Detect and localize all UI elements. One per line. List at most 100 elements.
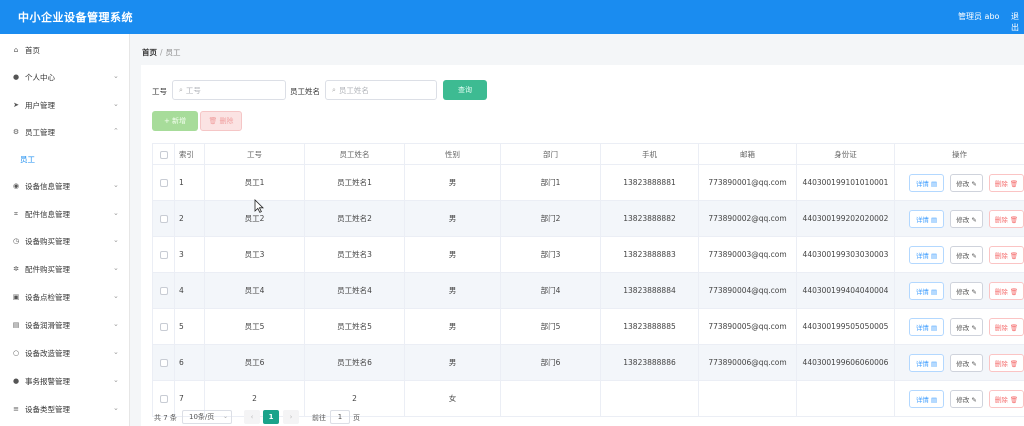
detail-button[interactable]: 详情 ▤ xyxy=(909,389,944,408)
row-select-cell[interactable] xyxy=(152,272,175,309)
row-select-cell[interactable] xyxy=(152,380,175,417)
prev-page-button[interactable]: ‹ xyxy=(244,410,260,424)
row-index-cell: 2 xyxy=(174,200,205,237)
delete-button[interactable]: 删除 🗑 xyxy=(989,281,1024,300)
table-row[interactable]: 3 员工3 员工姓名3 男部门3 13823888883 773890003@qq.com… xyxy=(152,236,1024,273)
logout-link[interactable]: 退出 xyxy=(1011,11,1024,33)
header-actions: 操作 xyxy=(894,143,1024,165)
row-select-cell[interactable] xyxy=(152,236,175,273)
sidebar-item[interactable]: ○ 设备改造管理 ⌄ xyxy=(0,340,130,366)
row-select-cell[interactable] xyxy=(152,200,175,237)
sidebar-item[interactable]: ◷ 设备购买管理 ⌄ xyxy=(0,228,130,254)
sidebar-item[interactable]: ⌂ 首页 xyxy=(0,37,130,63)
email-cell: 773890006@qq.com xyxy=(698,344,797,381)
detail-button[interactable]: 详情 ▤ xyxy=(909,317,944,336)
delete-button[interactable]: 删除 🗑 xyxy=(989,353,1024,372)
edit-button[interactable]: 修改 ✎ xyxy=(949,389,984,408)
goto-label: 前往 xyxy=(312,414,326,422)
employee-id-cell: 员工5 xyxy=(204,308,305,345)
sidebar-item-label: 设备信息管理 xyxy=(25,181,70,191)
batch-delete-button[interactable]: 🗑 删除 xyxy=(200,111,242,131)
phone-cell: 13823888881 xyxy=(600,164,699,201)
employee-id-label: 工号 xyxy=(152,87,167,96)
delete-button[interactable]: 删除 🗑 xyxy=(989,173,1024,192)
delete-button[interactable]: 删除 🗑 xyxy=(989,317,1024,336)
detail-button[interactable]: 详情 ▤ xyxy=(909,173,944,192)
employee-name-label: 员工姓名 xyxy=(290,87,320,96)
employee-id-input[interactable]: ⌕ 工号 xyxy=(172,80,286,100)
user-name[interactable]: 管理员 abo xyxy=(958,11,999,22)
breadcrumb: 首页 / 员工 xyxy=(142,47,181,58)
detail-button[interactable]: 详情 ▤ xyxy=(909,281,944,300)
edit-button[interactable]: 修改 ✎ xyxy=(949,245,984,264)
delete-button[interactable]: 删除 🗑 xyxy=(989,245,1024,264)
edit-button[interactable]: 修改 ✎ xyxy=(949,353,984,372)
next-page-button[interactable]: › xyxy=(283,410,299,424)
sidebar-item-label: 用户管理 xyxy=(25,100,55,110)
edit-button[interactable]: 修改 ✎ xyxy=(949,317,984,336)
row-select-cell[interactable] xyxy=(152,164,175,201)
row-select-cell[interactable] xyxy=(152,344,175,381)
edit-button[interactable]: 修改 ✎ xyxy=(949,173,984,192)
bag-icon: ▣ xyxy=(12,293,20,301)
sidebar-item[interactable]: ⌗ 配件信息管理 ⌄ xyxy=(0,201,130,227)
chevron-down-icon: ⌄ xyxy=(113,404,119,412)
settings-icon: ⚙ xyxy=(12,128,20,136)
header-employee-name: 员工姓名 xyxy=(304,143,405,165)
row-select-cell[interactable] xyxy=(152,308,175,345)
page-size-select[interactable]: 10条/页 ⌄ xyxy=(182,410,232,424)
sidebar-subitem-employee[interactable]: 员工 xyxy=(0,146,130,172)
chevron-down-icon: ⌄ xyxy=(113,320,119,328)
sidebar-item[interactable]: ⚙ 员工管理 ⌃ xyxy=(0,119,130,145)
home-icon: ⌂ xyxy=(13,46,19,54)
row-checkbox[interactable] xyxy=(159,359,168,367)
actions-cell: 详情 ▤ 修改 ✎ 删除 🗑 xyxy=(894,236,1024,273)
sidebar-item[interactable]: ▤ 设备润滑管理 ⌄ xyxy=(0,312,130,338)
sidebar-item[interactable]: ◉ 设备信息管理 ⌄ xyxy=(0,173,130,199)
employee-name-input[interactable]: ⌕ 员工姓名 xyxy=(325,80,437,100)
add-button[interactable]: + 新增 xyxy=(152,111,198,131)
row-checkbox[interactable] xyxy=(159,215,168,223)
sidebar-item[interactable]: ▣ 设备点检管理 ⌄ xyxy=(0,284,130,310)
row-checkbox[interactable] xyxy=(159,395,168,403)
sidebar-item[interactable]: ➤ 用户管理 ⌄ xyxy=(0,92,130,118)
detail-button[interactable]: 详情 ▤ xyxy=(909,209,944,228)
row-checkbox[interactable] xyxy=(159,287,168,295)
chevron-down-icon: ⌄ xyxy=(113,376,119,384)
table-row[interactable]: 4 员工4 员工姓名4 男部门4 13823888884 773890004@qq.com… xyxy=(152,272,1024,309)
table-row[interactable]: 6 员工6 员工姓名6 男部门6 13823888886 773890006@qq.com… xyxy=(152,344,1024,381)
department-cell: 部门4 xyxy=(500,272,601,309)
detail-button[interactable]: 详情 ▤ xyxy=(909,353,944,372)
table-header-row: 索引 工号 员工姓名 性别 部门 手机 邮箱 身份证 操作 xyxy=(152,143,1024,165)
sidebar-item[interactable]: ≡ 设备类型管理 ⌄ xyxy=(0,396,130,422)
header-id-card: 身份证 xyxy=(796,143,895,165)
chevron-down-icon: ⌄ xyxy=(113,236,119,244)
sidebar-item-label: 配件信息管理 xyxy=(25,209,70,219)
delete-button[interactable]: 删除 🗑 xyxy=(989,389,1024,408)
select-all-checkbox[interactable] xyxy=(159,150,168,159)
table-row[interactable]: 1 员工1 员工姓名1 男部门1 13823888881 773890001@qq.com… xyxy=(152,164,1024,201)
detail-button[interactable]: 详情 ▤ xyxy=(909,245,944,264)
goto-page-input[interactable]: 1 xyxy=(330,410,350,424)
sidebar-item[interactable]: ● 个人中心 ⌄ xyxy=(0,64,130,90)
sidebar-item[interactable]: ● 事务报警管理 ⌄ xyxy=(0,368,130,394)
row-checkbox[interactable] xyxy=(159,251,168,259)
current-page-button[interactable]: 1 xyxy=(263,410,279,424)
select-all-cell[interactable] xyxy=(152,143,175,165)
sidebar-item[interactable]: ✲ 配件购买管理 ⌄ xyxy=(0,256,130,282)
breadcrumb-home[interactable]: 首页 xyxy=(142,48,157,57)
row-checkbox[interactable] xyxy=(159,179,168,187)
sidebar: ⌂ 首页 ● 个人中心 ⌄ ➤ 用户管理 ⌄ ⚙ 员工管理 ⌃ 员工 ◉ 设备信息管理 ⌄ ⌗ 配件信息管理 ⌄ ◷… xyxy=(0,34,130,426)
delete-button[interactable]: 删除 🗑 xyxy=(989,209,1024,228)
actions-cell: 详情 ▤ 修改 ✎ 删除 🗑 xyxy=(894,164,1024,201)
table-row[interactable]: 2 员工2 员工姓名2 男部门2 13823888882 773890002@qq.com… xyxy=(152,200,1024,237)
edit-button[interactable]: 修改 ✎ xyxy=(949,281,984,300)
table-row[interactable]: 5 员工5 员工姓名5 男部门5 13823888885 773890005@qq.com… xyxy=(152,308,1024,345)
search-button[interactable]: 查询 xyxy=(443,80,487,100)
row-index-cell: 6 xyxy=(174,344,205,381)
pagination-total: 共 7 条 xyxy=(154,414,177,422)
edit-button[interactable]: 修改 ✎ xyxy=(949,209,984,228)
sidebar-item-label: 个人中心 xyxy=(25,72,55,82)
sidebar-item-label: 配件购买管理 xyxy=(25,264,70,274)
row-checkbox[interactable] xyxy=(159,323,168,331)
